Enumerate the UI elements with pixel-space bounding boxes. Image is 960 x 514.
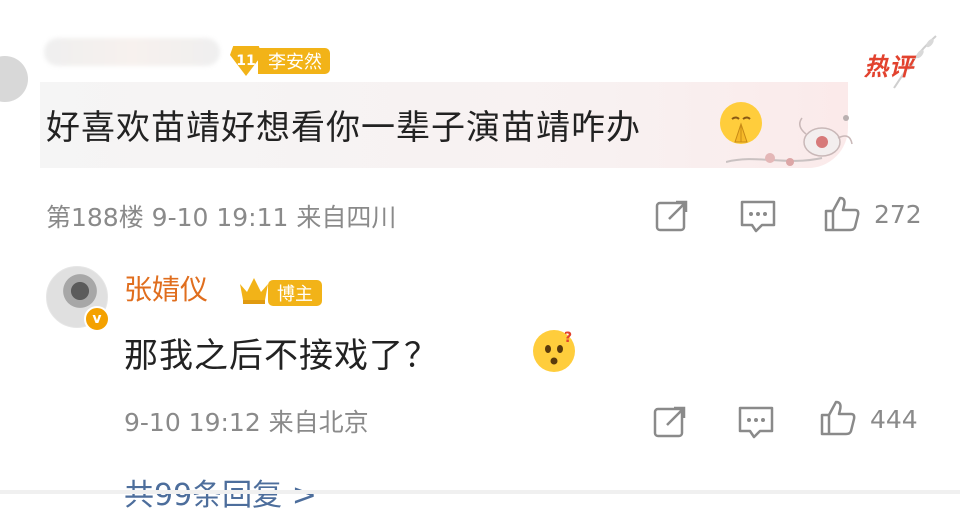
like-icon[interactable] — [822, 194, 862, 234]
fan-badge[interactable]: 11 李安然 — [230, 46, 330, 76]
teapot-flower-decoration-icon — [726, 115, 853, 166]
author-badge: 博主 — [268, 280, 322, 306]
reply-meta: 9-10 19:12 来自北京 — [124, 408, 369, 437]
reply-text: 那我之后不接戏了？ — [124, 336, 439, 376]
comment-icon[interactable] — [736, 402, 776, 442]
hot-comment-tag: 热评 — [864, 53, 914, 81]
repost-icon[interactable] — [650, 402, 690, 442]
fan-badge-name: 李安然 — [258, 48, 330, 74]
like-icon[interactable] — [818, 398, 858, 438]
blurred-username[interactable] — [44, 38, 220, 66]
comment-text: 好喜欢苗靖好想看你一辈子演苗靖咋办 — [46, 108, 641, 148]
verified-badge: v — [84, 306, 110, 332]
comment-icon[interactable] — [738, 196, 778, 236]
question-emoji-icon: ? — [533, 330, 576, 372]
comment-meta: 第188楼 9-10 19:11 来自四川 — [46, 203, 397, 232]
crown-icon — [240, 278, 268, 304]
svg-text:?: ? — [564, 330, 572, 346]
author-name[interactable]: 张婧仪 — [124, 268, 208, 308]
previous-avatar[interactable] — [0, 56, 28, 102]
divider — [0, 490, 960, 494]
repost-icon[interactable] — [652, 196, 692, 236]
comment-like-count: 272 — [874, 200, 922, 229]
reply-like-count: 444 — [870, 405, 918, 434]
